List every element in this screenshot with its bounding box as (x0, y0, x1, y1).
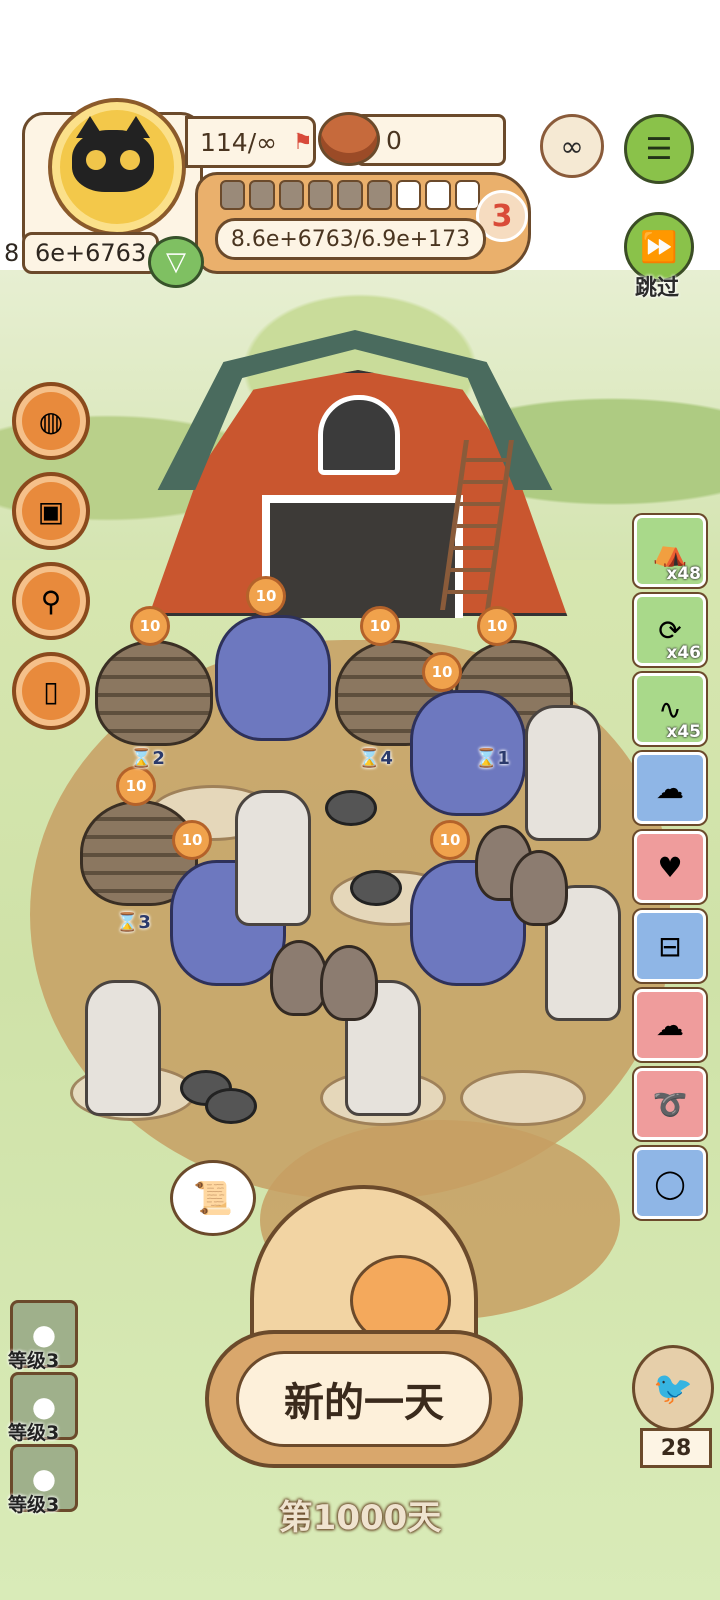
score-display: 8 6e+6763 (0, 230, 170, 276)
bowl-tool-button[interactable]: ◍ (12, 382, 90, 460)
box-tool-button[interactable]: ▣ (12, 472, 90, 550)
hourglass-timer: ⌛3 (116, 912, 151, 933)
rabbit-animal[interactable] (320, 945, 378, 1021)
menu-button[interactable]: ☰ (624, 114, 694, 184)
skip-label[interactable]: 跳过 (624, 270, 690, 302)
barn-door (262, 495, 463, 618)
timer-value: 4 (380, 748, 393, 769)
flag-icon: ⚑ (292, 129, 313, 155)
level-slot-label: 等级3 (8, 1350, 60, 1372)
level-slot-label: 等级3 (8, 1494, 60, 1516)
xp-segment (395, 180, 422, 210)
food-bowl-icon (318, 112, 380, 166)
xp-segments (220, 180, 480, 210)
cat-eye-icon (86, 150, 106, 170)
certificate-icon: 📜 (193, 1179, 233, 1217)
arrows-icon: ⟳ (658, 613, 682, 647)
alpaca-animal[interactable] (235, 790, 311, 926)
cloud-icon: ☁ (656, 1008, 684, 1042)
rabbit-animal[interactable] (510, 850, 568, 926)
new-day-button[interactable]: 新的一天 (205, 1330, 523, 1468)
energy-value: 114/∞ (200, 127, 277, 157)
new-day-label: 新的一天 (236, 1351, 492, 1447)
production-badge[interactable]: 10 (116, 766, 156, 806)
timer-value: 1 (497, 748, 510, 769)
heart-icon: ♥ (657, 850, 683, 884)
hourglass-timer: ⌛1 (475, 748, 510, 769)
worm-icon: ∿ (658, 692, 682, 726)
production-badge[interactable]: 10 (130, 606, 170, 646)
item-card-sheep-hat[interactable]: ☁ (634, 752, 706, 824)
snake-animal[interactable] (95, 640, 213, 746)
score-value: 6e+6763 (22, 232, 160, 274)
ring-icon: ◯ (654, 1166, 686, 1200)
production-badge[interactable]: 10 (422, 652, 462, 692)
timer-value: 2 (152, 748, 165, 769)
xp-segment (454, 180, 480, 210)
cat-eye-icon (120, 150, 140, 170)
xp-segment (278, 180, 304, 210)
item-card-arrows[interactable]: ⟳ x46 (634, 594, 706, 666)
rat-animal[interactable] (205, 1088, 257, 1124)
alpaca-animal[interactable] (525, 705, 601, 841)
certificate-thought-bubble[interactable]: 📜 (170, 1160, 256, 1236)
production-badge[interactable]: 10 (430, 820, 470, 860)
box-icon: ▣ (37, 494, 65, 528)
xp-segment (425, 180, 451, 210)
tent-icon: ⛺ (652, 534, 688, 568)
item-card-worm[interactable]: ∿ x45 (634, 673, 706, 745)
item-card-rope[interactable]: ➰ (634, 1068, 706, 1140)
cat-avatar-icon (72, 116, 154, 192)
fast-forward-icon: ⏩ (640, 229, 678, 265)
field-tile[interactable] (460, 1070, 586, 1126)
item-card-machine[interactable]: ⊟ (634, 910, 706, 982)
item-card-tent[interactable]: ⛺ x48 (634, 515, 706, 587)
item-card-heart[interactable]: ♥ (634, 831, 706, 903)
xp-segment (307, 180, 334, 210)
item-count: x48 (666, 564, 701, 584)
xp-text: 8.6e+6763/6.9e+173 (215, 218, 486, 260)
barn-loft-window (318, 395, 400, 475)
rope-icon: ➰ (652, 1087, 688, 1121)
production-badge[interactable]: 10 (477, 606, 517, 646)
production-badge[interactable]: 10 (246, 576, 286, 616)
list-icon: ☰ (645, 131, 673, 167)
xp-segment (337, 180, 363, 210)
day-counter: 第1000天 (278, 1498, 442, 1538)
hourglass-timer: ⌛4 (358, 748, 393, 769)
bowl-icon: ◍ (38, 404, 64, 438)
item-card-cloud[interactable]: ☁ (634, 989, 706, 1061)
broom-icon: ⚲ (40, 584, 62, 618)
broom-tool-button[interactable]: ⚲ (12, 562, 90, 640)
timer-value: 3 (138, 912, 151, 933)
production-badge[interactable]: 10 (360, 606, 400, 646)
sheep-hat-icon: ☁ (656, 771, 684, 805)
level-slot-label: 等级3 (8, 1422, 60, 1444)
item-card-ring[interactable]: ◯ (634, 1147, 706, 1219)
phone-icon: ▯ (43, 674, 59, 708)
dragon-animal[interactable] (215, 615, 331, 741)
xp-segment (220, 180, 246, 210)
rat-animal[interactable] (350, 870, 402, 906)
phone-tool-button[interactable]: ▯ (12, 652, 90, 730)
bird-icon[interactable]: 🐦 (632, 1345, 714, 1431)
collapse-button[interactable]: ▽ (148, 236, 204, 288)
item-count: x46 (666, 643, 701, 663)
item-count: x45 (666, 722, 701, 742)
score-prefix: 8 (4, 239, 20, 267)
xp-segment (249, 180, 275, 210)
chevron-down-icon: ▽ (166, 247, 186, 277)
rat-animal[interactable] (325, 790, 377, 826)
bird-count: 28 (640, 1428, 712, 1468)
xp-segment (366, 180, 392, 210)
machine-icon: ⊟ (658, 929, 682, 963)
alpaca-animal[interactable] (85, 980, 161, 1116)
infinity-flower-icon[interactable]: ∞ (540, 114, 604, 178)
energy-counter: 114/∞ ⚑ (185, 116, 316, 168)
production-badge[interactable]: 10 (172, 820, 212, 860)
hourglass-timer: ⌛2 (130, 748, 165, 769)
